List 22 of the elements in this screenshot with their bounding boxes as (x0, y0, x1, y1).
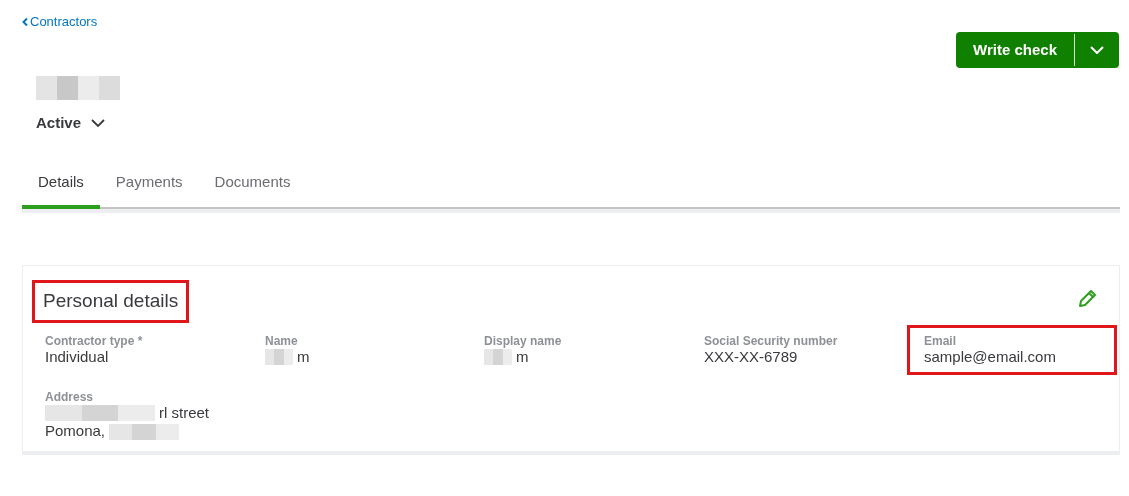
pencil-icon[interactable] (1078, 288, 1098, 308)
chevron-down-icon (1090, 46, 1104, 54)
field-label: Address (45, 389, 95, 404)
back-link[interactable]: Contractors (22, 14, 98, 30)
section-title: Personal details (32, 280, 190, 323)
field-value: m (516, 347, 529, 366)
field-value: Pomona, (45, 421, 106, 440)
chevron-left-icon (22, 18, 28, 26)
field-label: Contractor type * (45, 333, 144, 348)
field-label: Social Security number (704, 333, 839, 348)
field-label: Name (265, 333, 299, 348)
field-value: sample@email.com (924, 347, 1056, 366)
tab[interactable]: Payments (99, 170, 199, 209)
tab[interactable]: Documents (198, 170, 307, 209)
field-value: Individual (45, 347, 109, 366)
field-value: m (297, 347, 310, 366)
chevron-down-icon (91, 119, 106, 128)
field-label: Display name (484, 333, 563, 348)
status-dropdown[interactable]: Active (36, 112, 106, 135)
field-value: XXX-XX-6789 (704, 347, 798, 366)
field-label: Email (924, 333, 957, 348)
field-value: rl street (159, 403, 209, 422)
